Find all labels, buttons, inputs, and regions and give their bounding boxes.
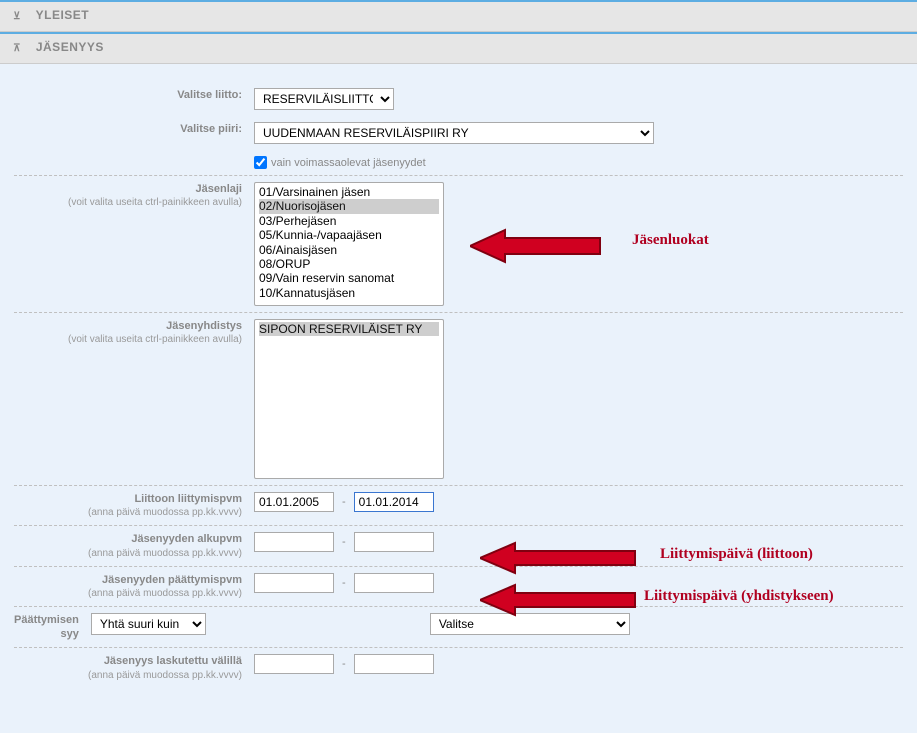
label-paatt-syy: Päättymisen syy — [14, 614, 79, 640]
section-jasenyys-title: JÄSENYYS — [36, 40, 104, 54]
dash: - — [338, 536, 350, 548]
input-liittoon-to[interactable] — [354, 492, 434, 512]
expand-icon: ⊻ — [10, 11, 24, 25]
label-liittoon-pvm: Liittoon liittymispvm — [134, 493, 242, 505]
label-liitto: Valitse liitto: — [14, 88, 254, 102]
select-compare[interactable]: Yhtä suuri kuin — [91, 613, 206, 635]
checkbox-voimassa[interactable] — [254, 156, 267, 169]
collapse-icon: ⊼ — [10, 43, 24, 57]
input-lask-from[interactable] — [254, 654, 334, 674]
label-alku-pvm: Jäsenyyden alkupvm — [131, 533, 242, 545]
input-paatt-from[interactable] — [254, 573, 334, 593]
hint-date-2: (anna päivä muodossa pp.kk.vvvv) — [14, 547, 242, 560]
section-yleiset-header[interactable]: ⊻ YLEISET — [0, 0, 917, 32]
label-piiri: Valitse piiri: — [14, 122, 254, 136]
hint-date-1: (anna päivä muodossa pp.kk.vvvv) — [14, 506, 242, 519]
label-jasenlaji: Jäsenlaji — [196, 183, 242, 195]
input-paatt-to[interactable] — [354, 573, 434, 593]
label-laskutettu: Jäsenyys laskutettu välillä — [104, 655, 242, 667]
label-paatt-pvm: Jäsenyyden päättymispvm — [102, 574, 242, 586]
hint-date-4: (anna päivä muodossa pp.kk.vvvv) — [14, 669, 242, 682]
select-piiri[interactable]: UUDENMAAN RESERVILÄISPIIRI RY — [254, 122, 654, 144]
input-alku-from[interactable] — [254, 532, 334, 552]
section-jasenyys-body: Valitse liitto: RESERVILÄISLIITTO Valits… — [0, 64, 917, 688]
hint-ctrl-2: (voit valita useita ctrl-painikkeen avul… — [14, 333, 242, 346]
select-liitto[interactable]: RESERVILÄISLIITTO — [254, 88, 394, 110]
section-jasenyys-header[interactable]: ⊼ JÄSENYYS — [0, 32, 917, 64]
label-jasenyhdistys: Jäsenyhdistys — [166, 320, 242, 332]
hint-date-3: (anna päivä muodossa pp.kk.vvvv) — [14, 587, 242, 600]
select-jasenlaji[interactable]: 01/Varsinainen jäsen02/Nuorisojäsen03/Pe… — [254, 182, 444, 306]
select-jasenyhdistys[interactable]: SIPOON RESERVILÄISET RY — [254, 319, 444, 479]
input-liittoon-from[interactable] — [254, 492, 334, 512]
dash: - — [338, 496, 350, 508]
dash: - — [338, 658, 350, 670]
section-yleiset-title: YLEISET — [36, 8, 90, 22]
input-alku-to[interactable] — [354, 532, 434, 552]
label-voimassa: vain voimassaolevat jäsenyydet — [271, 157, 426, 169]
select-valitse[interactable]: Valitse — [430, 613, 630, 635]
input-lask-to[interactable] — [354, 654, 434, 674]
dash: - — [338, 577, 350, 589]
hint-ctrl: (voit valita useita ctrl-painikkeen avul… — [14, 196, 242, 209]
